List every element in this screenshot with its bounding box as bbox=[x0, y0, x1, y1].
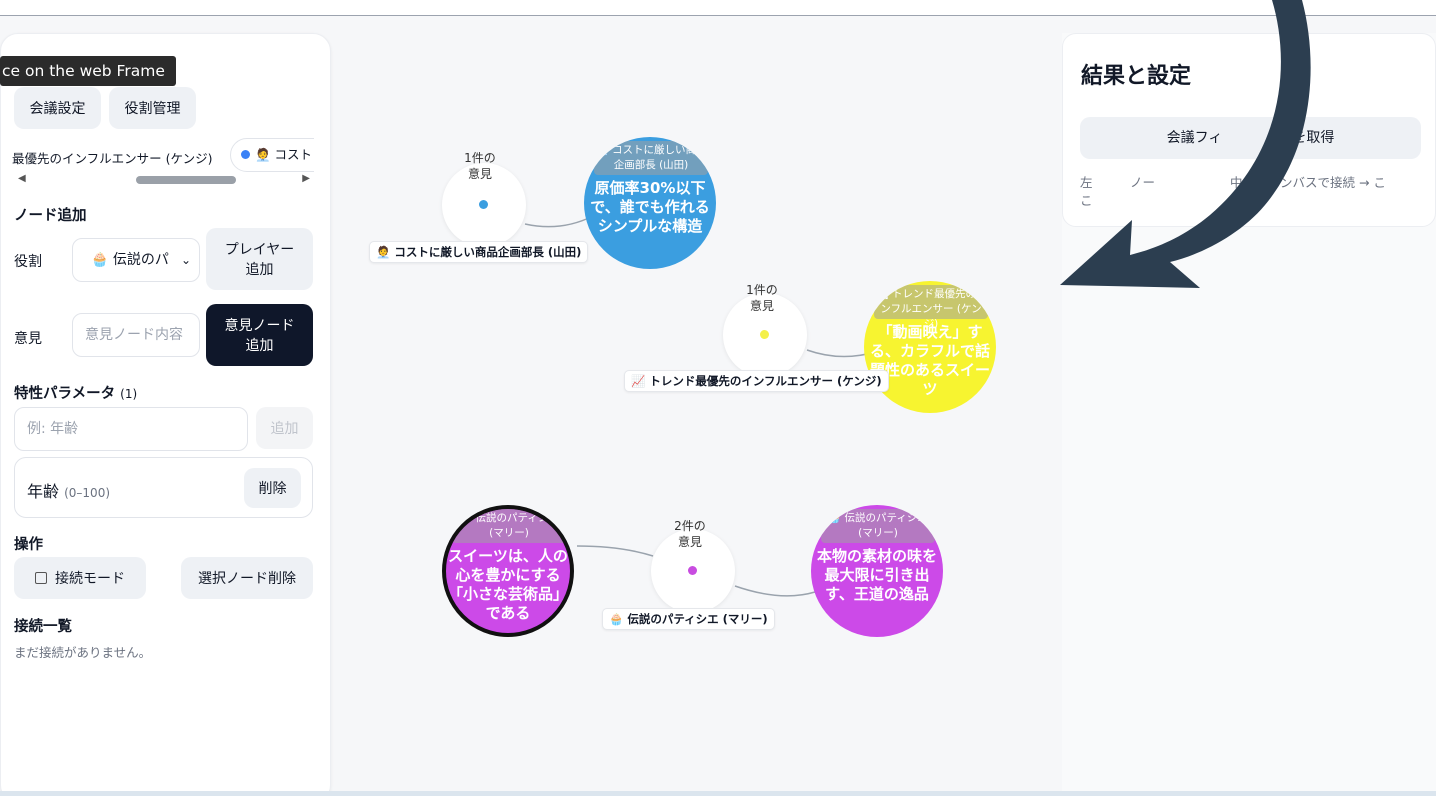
hub-dot-icon bbox=[760, 330, 769, 339]
opinion-role-tag: 🧁 伝説のパティシエ (マリー) bbox=[821, 509, 935, 543]
edge-line bbox=[576, 545, 654, 557]
scroll-left-icon[interactable]: ◀ bbox=[18, 173, 26, 184]
params-title-text: 特性パラメータ bbox=[14, 386, 116, 402]
opinion-label: 意見 bbox=[14, 331, 42, 347]
hub-text: 意見 bbox=[749, 299, 774, 313]
connections-empty: まだ接続がありません。 bbox=[14, 645, 152, 660]
hub-count: 1件の bbox=[746, 283, 778, 297]
opinion-role-tag: 🧁 伝説のパティシエ (マリー) bbox=[452, 509, 566, 543]
opinion-text: スイーツは、人の心を豊かにする「小さな芸術品」である bbox=[448, 547, 569, 622]
opinion-text: 原価率30%以下で、誰でも作れるシンプルな構造 bbox=[590, 179, 710, 235]
param-name-input[interactable]: 例: 年齢 bbox=[14, 407, 248, 451]
scroll-right-icon[interactable]: ▶ bbox=[302, 173, 310, 184]
hub-count: 1件の bbox=[464, 151, 496, 165]
opinion-input[interactable]: 意見ノード内容 bbox=[72, 313, 200, 357]
hub-count: 2件の bbox=[674, 519, 706, 533]
role-label: 役割 bbox=[14, 254, 42, 270]
delete-selected-button[interactable]: 選択ノード削除 bbox=[181, 557, 313, 599]
edge-line bbox=[524, 215, 594, 228]
chevron-down-icon: ⌄ bbox=[180, 253, 191, 267]
param-add-button[interactable]: 追加 bbox=[256, 407, 313, 449]
blue-dot-icon bbox=[241, 150, 250, 159]
tab-meeting-settings[interactable]: 会議設定 bbox=[14, 87, 101, 129]
hub-dot-icon bbox=[688, 566, 697, 575]
role-chip-cost[interactable]: 🧑‍💼 コスト bbox=[230, 138, 314, 172]
checkbox-icon[interactable] bbox=[35, 572, 47, 584]
connections-title: 接続一覧 bbox=[14, 619, 72, 635]
role-chip-cost-label: 🧑‍💼 コスト bbox=[255, 147, 313, 162]
role-chip-influencer[interactable]: 最優先のインフルエンサー (ケンジ) bbox=[12, 148, 212, 167]
role-select[interactable]: 🧁 伝説のパ ⌄ bbox=[72, 238, 200, 282]
hub-text: 意見 bbox=[677, 535, 702, 549]
params-count: (1) bbox=[120, 387, 138, 401]
param-name-text: 年齢 bbox=[27, 482, 60, 501]
role-select-value: 🧁 伝説のパ bbox=[91, 252, 169, 268]
opinion-node[interactable]: 🧁 伝説のパティシエ (マリー) 本物の素材の味を最大限に引き出す、王道の逸品 bbox=[811, 505, 943, 637]
role-node-label[interactable]: 🧑‍💼 コストに厳しい商品企画部長 (山田) bbox=[369, 241, 589, 263]
param-card: 年齢 (0–100) 削除 bbox=[14, 457, 313, 518]
add-opinion-button[interactable]: 意見ノード 追加 bbox=[206, 304, 313, 366]
tab-role-management[interactable]: 役割管理 bbox=[109, 87, 196, 129]
operations-title: 操作 bbox=[14, 537, 43, 553]
role-chip-strip: 最優先のインフルエンサー (ケンジ) 🧑‍💼 コスト bbox=[12, 138, 314, 174]
tooltip: ce on the web Frame bbox=[0, 56, 176, 86]
horizontal-scrollbar[interactable]: ◀ ▶ bbox=[14, 173, 314, 187]
hub-text: 意見 bbox=[467, 167, 492, 181]
param-name: 年齢 (0–100) bbox=[27, 478, 110, 502]
hub-label: 1件の意見 bbox=[720, 282, 804, 314]
scroll-thumb[interactable] bbox=[136, 176, 236, 184]
opinion-node[interactable]: 📈 トレンド最優先のインフルエンサー (ケンジ) 「動画映え」する、カラフルで話… bbox=[864, 281, 996, 413]
params-title: 特性パラメータ (1) bbox=[14, 382, 137, 403]
opinion-node[interactable]: 🧑‍💼 コストに厳しい商品企画部長 (山田) 原価率30%以下で、誰でも作れるシ… bbox=[584, 137, 716, 269]
connect-mode-label: 接続モード bbox=[55, 571, 125, 587]
param-range: (0–100) bbox=[64, 486, 111, 500]
role-node-label[interactable]: 📈 トレンド最優先のインフルエンサー (ケンジ) bbox=[624, 370, 889, 392]
hub-dot-icon bbox=[479, 200, 488, 209]
edge-line bbox=[734, 585, 816, 597]
add-player-button[interactable]: プレイヤー 追加 bbox=[206, 228, 313, 290]
curved-arrow-icon bbox=[1060, 0, 1311, 288]
add-node-title: ノード追加 bbox=[14, 208, 87, 224]
bottom-strip bbox=[0, 791, 1436, 796]
opinion-node-selected[interactable]: 🧁 伝説のパティシエ (マリー) スイーツは、人の心を豊かにする「小さな芸術品」… bbox=[442, 505, 574, 637]
opinion-text: 本物の素材の味を最大限に引き出す、王道の逸品 bbox=[817, 547, 938, 603]
graph-canvas[interactable]: 1件の 意見 🧑‍💼 コストに厳しい商品企画部長 (山田) 原価率30%以下で、誰… bbox=[331, 16, 1061, 791]
opinion-role-tag: 🧑‍💼 コストに厳しい商品企画部長 (山田) bbox=[594, 141, 708, 175]
role-node-label[interactable]: 🧁 伝説のパティシエ (マリー) bbox=[602, 608, 775, 630]
hub-label: 1件の意見 bbox=[438, 150, 522, 182]
hub-label: 2件の意見 bbox=[648, 518, 732, 550]
connect-mode-toggle[interactable]: 接続モード bbox=[14, 557, 146, 599]
opinion-role-tag: 📈 トレンド最優先のインフルエンサー (ケンジ) bbox=[874, 285, 988, 330]
param-delete-button[interactable]: 削除 bbox=[244, 468, 301, 508]
